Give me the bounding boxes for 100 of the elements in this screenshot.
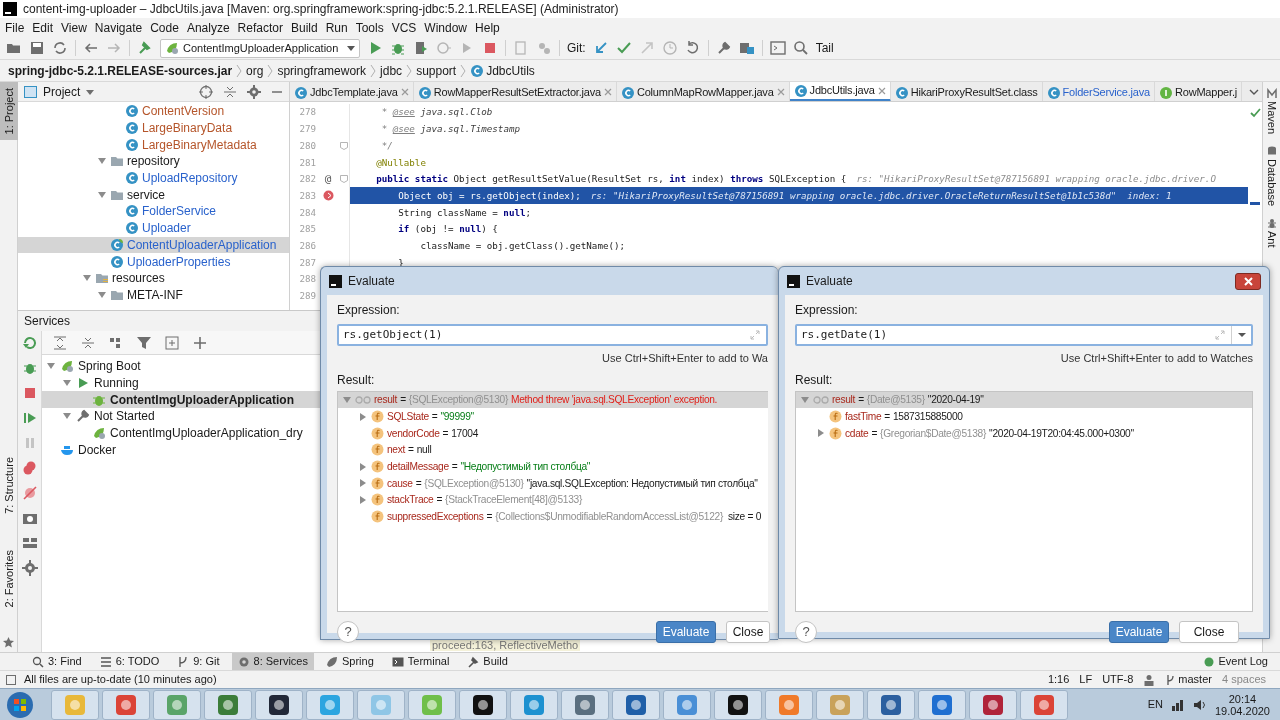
menu-item[interactable]: Build <box>286 18 322 37</box>
tool-window-button[interactable]: 6: TODO <box>93 652 166 671</box>
tail-label[interactable]: Tail <box>815 39 834 57</box>
fold-marker-icon[interactable] <box>339 141 348 150</box>
editor-tab[interactable]: RowMapperResultSetExtractor.java <box>413 82 617 101</box>
rerun-icon[interactable] <box>21 335 38 351</box>
collapse-arrow-icon[interactable] <box>342 394 352 405</box>
taskbar-app-button[interactable] <box>459 689 507 720</box>
breadcrumb-item[interactable]: JdbcUtils <box>470 61 535 80</box>
terminal-window-icon[interactable] <box>769 40 786 56</box>
variable-row[interactable]: SQLState = "99999" <box>338 408 768 425</box>
editor-tab[interactable]: HikariProxyResultSet.class <box>890 82 1043 101</box>
tool-window-stripe-button[interactable]: Ant <box>1262 218 1280 248</box>
branch-widget[interactable]: master <box>1165 671 1212 688</box>
service-tree-item[interactable]: Spring Boot <box>42 358 332 375</box>
stop-icon[interactable] <box>482 40 498 56</box>
tool-window-button[interactable]: Terminal <box>385 652 456 671</box>
tree-item[interactable]: UploadRepository <box>18 169 289 187</box>
gutter-mark[interactable]: @ <box>324 170 332 188</box>
editor-tab[interactable]: JdbcTemplate.java <box>290 82 414 101</box>
breadcrumb-item[interactable]: org <box>246 61 264 80</box>
menu-item[interactable]: Analyze <box>182 18 234 37</box>
breadcrumb-item[interactable]: support <box>416 61 457 80</box>
expand-arrow-icon[interactable] <box>358 494 368 505</box>
help-button[interactable]: ? <box>337 620 359 643</box>
event-log-button[interactable]: Event Log <box>1204 653 1268 670</box>
breadcrumb-item[interactable]: jdbc <box>380 61 403 80</box>
expression-field[interactable]: rs.getDate(1) <box>795 324 1253 346</box>
new-tab-icon[interactable] <box>164 334 180 351</box>
taskbar-app-button[interactable] <box>714 689 762 720</box>
menu-item[interactable]: View <box>57 18 91 37</box>
tree-item[interactable]: META-INF <box>18 286 289 304</box>
expand-arrow-icon[interactable] <box>358 478 368 489</box>
dialog-button[interactable]: Evaluate <box>656 620 716 643</box>
clock-date[interactable]: 19.04.2020 <box>1214 704 1270 717</box>
breakpoint-icon[interactable] <box>322 190 334 202</box>
caret-position[interactable]: 1:16 <box>1047 671 1070 688</box>
editor-tab[interactable]: ColumnMapRowMapper.java <box>616 82 790 101</box>
locate-target-icon[interactable] <box>199 84 213 99</box>
menu-item[interactable]: Help <box>471 18 504 37</box>
breadcrumb-item[interactable]: spring-jdbc-5.2.1.RELEASE-sources.jar <box>8 61 233 80</box>
coverage-icon[interactable] <box>413 40 429 56</box>
tree-item[interactable]: LargeBinaryMetadata <box>18 136 289 154</box>
collapse-arrow-icon[interactable] <box>97 189 107 200</box>
variable-row[interactable]: result = {Date@5135} "2020-04-19" <box>796 391 1252 409</box>
status-panel-icon[interactable] <box>6 674 16 685</box>
menu-item[interactable]: VCS <box>387 18 421 37</box>
variable-row[interactable]: stackTrace = {StackTraceElement[48]@5133} <box>338 491 768 509</box>
fold-marker-icon[interactable] <box>339 175 348 184</box>
tree-item[interactable]: repository <box>18 153 289 170</box>
variable-row[interactable]: next = null <box>338 441 768 459</box>
help-button[interactable]: ? <box>795 620 817 643</box>
dialog-button[interactable]: Evaluate <box>1109 620 1169 643</box>
file-encoding[interactable]: UTF-8 <box>1102 671 1134 688</box>
service-tree-item[interactable]: Docker <box>42 441 332 459</box>
tree-item[interactable]: resources <box>18 269 289 287</box>
start-orb-icon[interactable] <box>4 689 36 720</box>
tree-item[interactable]: UploaderProperties <box>18 253 289 270</box>
variable-row[interactable]: vendorCode = 17004 <box>338 424 768 442</box>
expand-arrow-icon[interactable] <box>358 461 368 472</box>
close-icon[interactable] <box>877 86 886 95</box>
clock-time[interactable]: 20:14 <box>1228 692 1257 705</box>
service-tree-item[interactable]: ContentImgUploaderApplication_dry <box>42 424 332 442</box>
expression-field[interactable]: rs.getObject(1) <box>337 324 768 346</box>
volume-icon[interactable] <box>1192 697 1207 712</box>
line-separator[interactable]: LF <box>1079 671 1093 688</box>
menu-item[interactable]: Navigate <box>90 18 147 37</box>
tree-item[interactable]: FolderService <box>18 203 289 220</box>
menu-item[interactable]: Code <box>146 18 183 37</box>
menu-item[interactable]: File <box>1 18 29 37</box>
tool-window-stripe-button[interactable]: 2: Favorites <box>0 543 18 613</box>
filter-icon[interactable] <box>136 334 152 351</box>
no-problems-check-icon[interactable] <box>1249 108 1261 118</box>
search-icon[interactable] <box>792 40 809 56</box>
breadcrumb-item[interactable]: springframework <box>277 61 367 80</box>
variable-row[interactable]: suppressedExceptions = {Collections$UnmodifiableRandomAccessList@5122} size = 0 <box>338 508 768 525</box>
dialog-button[interactable]: Close <box>726 620 770 643</box>
variable-row[interactable]: cdate = {Gregorian$Date@5138} "2020-04-19T20:04:45.000+0300" <box>796 424 1252 442</box>
expand-arrow-icon[interactable] <box>816 428 826 439</box>
tree-item[interactable]: Uploader <box>18 219 289 237</box>
close-button[interactable] <box>1235 272 1261 290</box>
variable-row[interactable]: cause = {SQLException@5130} "java.sql.SQLException: Недопустимый тип столбца" <box>338 474 768 492</box>
lock-person-icon[interactable] <box>1143 673 1156 686</box>
tool-window-button[interactable]: 9: Git <box>171 652 226 671</box>
collapse-arrow-icon[interactable] <box>97 289 107 300</box>
expand-field-icon[interactable] <box>750 330 760 340</box>
service-tree-item[interactable]: Not Started <box>42 408 332 425</box>
history-clock-icon[interactable] <box>661 40 678 56</box>
settings-gear-icon[interactable] <box>247 84 261 99</box>
resume-icon[interactable] <box>21 410 38 426</box>
taskbar-app-button[interactable] <box>255 689 303 720</box>
run-configuration-dropdown[interactable]: ContentImgUploaderApplication <box>160 38 360 58</box>
dialog-button[interactable]: Close <box>1179 620 1239 643</box>
layout-icon[interactable] <box>21 535 38 551</box>
commit-check-icon[interactable] <box>615 40 632 56</box>
service-tree-item[interactable]: Running <box>42 374 332 392</box>
editor-tab[interactable]: FolderService.java <box>1042 82 1155 101</box>
hammer-icon[interactable] <box>137 40 153 56</box>
add-plus-icon[interactable] <box>192 334 208 351</box>
network-icon[interactable] <box>1170 697 1185 712</box>
